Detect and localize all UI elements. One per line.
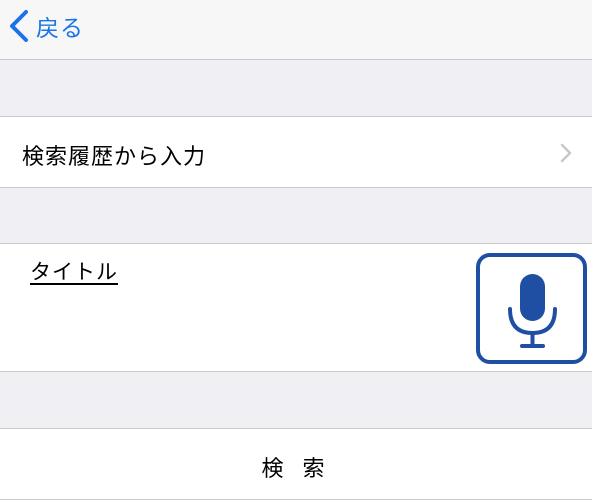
search-label: 検 索 <box>261 457 331 482</box>
navigation-bar: 戻る <box>0 0 592 60</box>
search-button[interactable]: 検 索 <box>0 428 592 500</box>
chevron-right-icon <box>560 143 572 167</box>
title-row: タイトル <box>0 243 592 372</box>
back-button[interactable]: 戻る <box>8 6 84 46</box>
back-label: 戻る <box>36 16 84 42</box>
search-history-row[interactable]: 検索履歴から入力 <box>0 116 592 188</box>
title-label[interactable]: タイトル <box>30 256 118 286</box>
search-history-label: 検索履歴から入力 <box>22 145 207 170</box>
screen: 戻る 検索履歴から入力 タイトル 検 索 <box>0 0 592 500</box>
voice-input-button[interactable] <box>476 253 587 364</box>
chevron-left-icon <box>8 9 30 43</box>
